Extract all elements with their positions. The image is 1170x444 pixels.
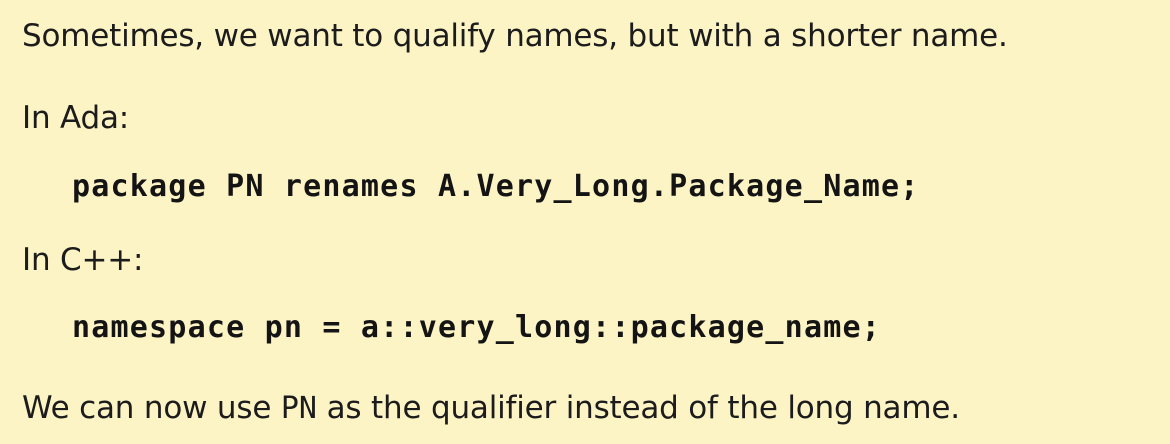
conclusion-text-after: as the qualifier instead of the long nam… bbox=[316, 390, 960, 426]
ada-code-snippet: package PN renames A.Very_Long.Package_N… bbox=[72, 169, 920, 204]
ada-label: In Ada: bbox=[22, 100, 130, 136]
conclusion-text: We can now use PN as the qualifier inste… bbox=[22, 388, 960, 429]
inline-code-pn: PN bbox=[280, 391, 317, 426]
slide-content: Sometimes, we want to qualify names, but… bbox=[0, 0, 1170, 444]
cpp-code-snippet: namespace pn = a::very_long::package_nam… bbox=[72, 310, 881, 345]
conclusion-text-before: We can now use bbox=[22, 390, 281, 426]
cpp-label: In C++: bbox=[22, 242, 144, 278]
intro-text: Sometimes, we want to qualify names, but… bbox=[22, 18, 1008, 54]
